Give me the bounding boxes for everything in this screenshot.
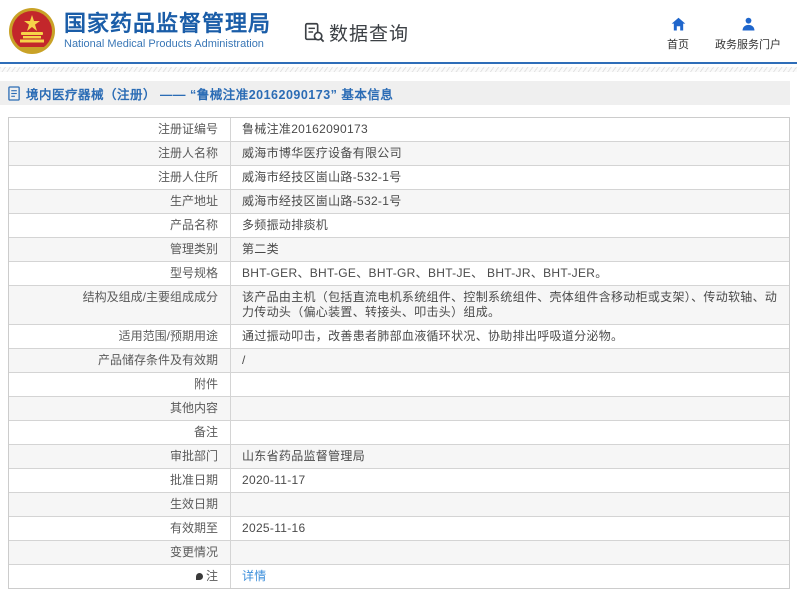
brand: 国家药品监督管理局 National Medical Products Admi… xyxy=(64,11,271,51)
row-value: BHT-GER、BHT-GE、BHT-GR、BHT-JE、 BHT-JR、BHT… xyxy=(242,266,608,280)
section-title: 数据查询 xyxy=(329,23,410,45)
row-label: 有效期至 xyxy=(9,517,231,540)
row-label: 变更情况 xyxy=(9,541,231,564)
table-row: 有效期至 2025-11-16 xyxy=(9,517,789,541)
row-value xyxy=(231,541,789,564)
row-value: 威海市经技区崮山路-532-1号 xyxy=(242,170,402,184)
row-value: 该产品由主机（包括直流电机系统组件、控制系统组件、壳体组件含移动柜或支架）、传动… xyxy=(242,290,778,319)
nav-item-label: 政务服务门户 xyxy=(715,39,781,51)
person-icon xyxy=(742,17,754,31)
row-label: 型号规格 xyxy=(9,262,231,285)
row-label: 其他内容 xyxy=(9,397,231,420)
note-icon xyxy=(195,573,203,580)
row-label: 适用范围/预期用途 xyxy=(9,325,231,348)
nav-item-portal[interactable]: 政务服务门户 xyxy=(715,16,781,52)
document-icon xyxy=(8,85,20,101)
row-label: 批准日期 xyxy=(9,469,231,492)
table-row: 审批部门 山东省药品监督管理局 xyxy=(9,445,789,469)
table-row: 注册人名称 威海市博华医疗设备有限公司 xyxy=(9,142,789,166)
row-value: 鲁械注准20162090173 xyxy=(242,122,368,136)
table-row: 注详情 xyxy=(9,565,789,588)
top-nav: 首页 政务服务门户 xyxy=(667,10,781,52)
brand-subtitle: National Medical Products Administration xyxy=(64,38,264,50)
info-table: 注册证编号 鲁械注准20162090173 注册人名称 威海市博华医疗设备有限公司 注册… xyxy=(8,117,790,589)
breadcrumb-text: 境内医疗器械（注册） —— “鲁械注准20162090173” 基本信息 xyxy=(26,87,394,102)
page-header: 国家药品监督管理局 National Medical Products Admi… xyxy=(0,0,797,62)
row-label: 结构及组成/主要组成成分 xyxy=(9,286,231,324)
row-label: 注册人住所 xyxy=(9,166,231,189)
row-value: 威海市博华医疗设备有限公司 xyxy=(242,146,402,160)
table-row: 适用范围/预期用途 通过振动叩击，改善患者肺部血液循环状况、协助排出呼吸道分泌物。 xyxy=(9,325,789,349)
table-row: 产品名称 多频振动排痰机 xyxy=(9,214,789,238)
table-row: 备注 xyxy=(9,421,789,445)
row-value: 多频振动排痰机 xyxy=(242,218,329,232)
table-row: 生效日期 xyxy=(9,493,789,517)
home-icon xyxy=(671,17,685,31)
nav-item-label: 首页 xyxy=(667,39,689,51)
row-value: 通过振动叩击，改善患者肺部血液循环状况、协助排出呼吸道分泌物。 xyxy=(242,329,624,343)
data-query-entry[interactable]: 数据查询 xyxy=(303,19,409,46)
detail-link[interactable]: 详情 xyxy=(242,569,267,583)
nav-item-home[interactable]: 首页 xyxy=(667,16,689,52)
table-row: 产品储存条件及有效期 / xyxy=(9,349,789,373)
row-label: 生效日期 xyxy=(9,493,231,516)
brand-title: 国家药品监督管理局 xyxy=(64,11,272,36)
row-value xyxy=(231,493,789,516)
row-value: 威海市经技区崮山路-532-1号 xyxy=(242,194,402,208)
table-row: 注册证编号 鲁械注准20162090173 xyxy=(9,118,789,142)
row-value: 详情 xyxy=(231,565,789,588)
row-value: 2020-11-17 xyxy=(242,473,306,487)
row-label: 生产地址 xyxy=(9,190,231,213)
data-query-icon xyxy=(304,22,325,43)
table-row: 注册人住所 威海市经技区崮山路-532-1号 xyxy=(9,166,789,190)
row-value: / xyxy=(242,353,246,367)
table-row: 型号规格 BHT-GER、BHT-GE、BHT-GR、BHT-JE、 BHT-JR… xyxy=(9,262,789,286)
china-national-emblem-icon xyxy=(9,8,55,54)
row-label: 附件 xyxy=(9,373,231,396)
row-value: 2025-11-16 xyxy=(242,521,306,535)
row-value xyxy=(231,421,789,444)
table-row: 批准日期 2020-11-17 xyxy=(9,469,789,493)
row-value xyxy=(231,397,789,420)
table-row: 结构及组成/主要组成成分 该产品由主机（包括直流电机系统组件、控制系统组件、壳体组… xyxy=(9,286,789,325)
row-label: 审批部门 xyxy=(9,445,231,468)
row-label: 产品储存条件及有效期 xyxy=(9,349,231,372)
breadcrumb: 境内医疗器械（注册） —— “鲁械注准20162090173” 基本信息 xyxy=(0,81,790,105)
row-value: 山东省药品监督管理局 xyxy=(242,449,366,463)
table-row: 管理类别 第二类 xyxy=(9,238,789,262)
row-label: 注册人名称 xyxy=(9,142,231,165)
table-row: 生产地址 威海市经技区崮山路-532-1号 xyxy=(9,190,789,214)
row-label: 备注 xyxy=(9,421,231,444)
row-value: 第二类 xyxy=(242,242,279,256)
row-label: 产品名称 xyxy=(9,214,231,237)
table-row: 其他内容 xyxy=(9,397,789,421)
row-label: 注册证编号 xyxy=(9,118,231,141)
table-row: 附件 xyxy=(9,373,789,397)
row-label: 注 xyxy=(9,565,231,588)
row-label: 管理类别 xyxy=(9,238,231,261)
row-value xyxy=(231,373,789,396)
table-row: 变更情况 xyxy=(9,541,789,565)
